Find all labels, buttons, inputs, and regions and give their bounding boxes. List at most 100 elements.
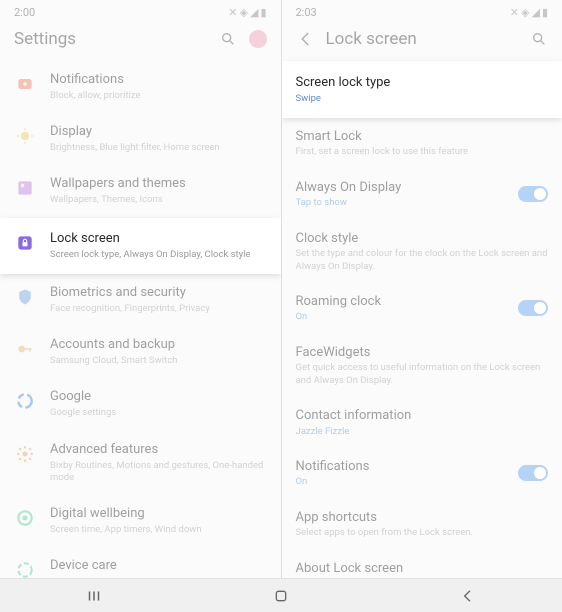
item-subtitle: Wallpapers, Themes, Icons bbox=[50, 194, 267, 206]
item-title: Screen lock type bbox=[296, 74, 549, 92]
lock-setting-item[interactable]: Screen lock type Swipe bbox=[282, 61, 562, 118]
settings-list: Notifications Block, allow, prioritize D… bbox=[0, 61, 281, 592]
item-title: Lock screen bbox=[50, 231, 267, 248]
settings-item[interactable]: Notifications Block, allow, prioritize bbox=[0, 61, 281, 113]
signal-icon: ◢ bbox=[250, 6, 258, 19]
back-icon[interactable] bbox=[296, 30, 316, 48]
lock-screen-settings: 2:03 ✕ ◈ ◢ ▮ Lock screen Screen lock typ… bbox=[282, 0, 562, 612]
back-button[interactable] bbox=[457, 585, 479, 607]
item-title: Device care bbox=[50, 558, 267, 575]
item-title: Contact information bbox=[296, 407, 549, 425]
item-content: Clock style Set the type and colour for … bbox=[296, 230, 549, 273]
wifi-icon: ◈ bbox=[240, 6, 248, 19]
item-title: Always On Display bbox=[296, 179, 509, 197]
search-icon[interactable] bbox=[219, 30, 237, 48]
recents-button[interactable] bbox=[83, 585, 105, 607]
lock-icon bbox=[14, 232, 36, 254]
home-button[interactable] bbox=[270, 585, 292, 607]
lock-setting-item[interactable]: Contact information Jazzle Fizzle bbox=[282, 397, 562, 448]
item-subtitle: Block, allow, prioritize bbox=[50, 90, 267, 102]
lock-setting-item[interactable]: Notifications On bbox=[282, 448, 562, 499]
item-content: Lock screen Screen lock type, Always On … bbox=[50, 231, 267, 261]
item-subtitle: On bbox=[296, 311, 509, 323]
item-subtitle: Screen time, App timers, Wind down bbox=[50, 524, 267, 536]
settings-item[interactable]: Display Brightness, Blue light filter, H… bbox=[0, 113, 281, 165]
lock-screen-header: Lock screen bbox=[282, 21, 562, 61]
google-icon bbox=[14, 390, 36, 412]
item-title: Roaming clock bbox=[296, 293, 509, 311]
page-title: Lock screen bbox=[326, 29, 521, 49]
toggle-switch[interactable] bbox=[518, 300, 548, 316]
item-subtitle: Swipe bbox=[296, 93, 549, 105]
item-content: Wallpapers and themes Wallpapers, Themes… bbox=[50, 176, 267, 206]
signal-icon: ◢ bbox=[531, 6, 539, 19]
status-icons: ✕ ◈ ◢ ▮ bbox=[510, 6, 548, 19]
item-title: Accounts and backup bbox=[50, 337, 267, 354]
lock-setting-item[interactable]: Always On Display Tap to show bbox=[282, 169, 562, 220]
item-content: Accounts and backup Samsung Cloud, Smart… bbox=[50, 337, 267, 367]
key-icon bbox=[14, 338, 36, 360]
item-content: Google Google settings bbox=[50, 389, 267, 419]
item-content: Smart Lock First, set a screen lock to u… bbox=[296, 128, 549, 159]
item-content: Display Brightness, Blue light filter, H… bbox=[50, 124, 267, 154]
clock: 2:00 bbox=[14, 6, 35, 19]
item-subtitle: Select apps to open from the Lock screen… bbox=[296, 527, 549, 539]
clock: 2:03 bbox=[296, 6, 317, 19]
settings-item[interactable]: Wallpapers and themes Wallpapers, Themes… bbox=[0, 165, 281, 217]
wallpaper-icon bbox=[14, 177, 36, 199]
item-content: Advanced features Bixby Routines, Motion… bbox=[50, 442, 267, 485]
item-title: Smart Lock bbox=[296, 128, 549, 146]
item-subtitle: Screen lock type, Always On Display, Clo… bbox=[50, 249, 267, 261]
item-subtitle: Set the type and colour for the clock on… bbox=[296, 248, 549, 273]
item-title: Digital wellbeing bbox=[50, 506, 267, 523]
item-content: About Lock screen bbox=[296, 560, 549, 578]
status-icons: ✕ ◈ ◢ ▮ bbox=[228, 6, 266, 19]
settings-screen: 2:00 ✕ ◈ ◢ ▮ Settings Notifications Bloc… bbox=[0, 0, 282, 612]
item-content: Screen lock type Swipe bbox=[296, 74, 549, 105]
mute-icon: ✕ bbox=[228, 6, 237, 19]
lock-setting-item[interactable]: App shortcuts Select apps to open from t… bbox=[282, 499, 562, 550]
lock-setting-item[interactable]: Clock style Set the type and colour for … bbox=[282, 220, 562, 283]
lock-setting-item[interactable]: Roaming clock On bbox=[282, 283, 562, 334]
advanced-icon bbox=[14, 443, 36, 465]
lock-setting-item[interactable]: Smart Lock First, set a screen lock to u… bbox=[282, 118, 562, 169]
item-title: Wallpapers and themes bbox=[50, 176, 267, 193]
navigation-bar bbox=[0, 578, 562, 612]
display-icon bbox=[14, 125, 36, 147]
item-title: Clock style bbox=[296, 230, 549, 248]
item-title: About Lock screen bbox=[296, 560, 549, 578]
settings-item[interactable]: Biometrics and security Face recognition… bbox=[0, 274, 281, 326]
item-content: Contact information Jazzle Fizzle bbox=[296, 407, 549, 438]
settings-item[interactable]: Accounts and backup Samsung Cloud, Smart… bbox=[0, 326, 281, 378]
item-subtitle: Bixby Routines, Motions and gestures, On… bbox=[50, 460, 267, 485]
item-subtitle: On bbox=[296, 476, 509, 488]
settings-header: Settings bbox=[0, 21, 281, 61]
item-subtitle: Jazzle Fizzle bbox=[296, 426, 549, 438]
settings-item[interactable]: Google Google settings bbox=[0, 378, 281, 430]
page-title: Settings bbox=[14, 29, 209, 49]
settings-item[interactable]: Lock screen Screen lock type, Always On … bbox=[0, 218, 281, 274]
item-content: FaceWidgets Get quick access to useful i… bbox=[296, 344, 549, 387]
item-content: App shortcuts Select apps to open from t… bbox=[296, 509, 549, 540]
lock-screen-list: Screen lock type Swipe Smart Lock First,… bbox=[282, 61, 562, 587]
shield-icon bbox=[14, 286, 36, 308]
toggle-switch[interactable] bbox=[518, 465, 548, 481]
item-subtitle: Google settings bbox=[50, 407, 267, 419]
account-avatar[interactable] bbox=[249, 30, 267, 48]
item-content: Notifications Block, allow, prioritize bbox=[50, 72, 267, 102]
settings-item[interactable]: Advanced features Bixby Routines, Motion… bbox=[0, 431, 281, 496]
settings-item[interactable]: Digital wellbeing Screen time, App timer… bbox=[0, 495, 281, 547]
item-title: Google bbox=[50, 389, 267, 406]
item-subtitle: Brightness, Blue light filter, Home scre… bbox=[50, 142, 267, 154]
toggle-switch[interactable] bbox=[518, 186, 548, 202]
status-bar: 2:03 ✕ ◈ ◢ ▮ bbox=[282, 0, 562, 21]
lock-setting-item[interactable]: FaceWidgets Get quick access to useful i… bbox=[282, 334, 562, 397]
item-subtitle: Samsung Cloud, Smart Switch bbox=[50, 355, 267, 367]
notifications-icon bbox=[14, 73, 36, 95]
search-icon[interactable] bbox=[530, 30, 548, 48]
item-subtitle: Tap to show bbox=[296, 197, 509, 209]
item-content: Biometrics and security Face recognition… bbox=[50, 285, 267, 315]
item-title: Biometrics and security bbox=[50, 285, 267, 302]
item-title: FaceWidgets bbox=[296, 344, 549, 362]
wifi-icon: ◈ bbox=[521, 6, 529, 19]
